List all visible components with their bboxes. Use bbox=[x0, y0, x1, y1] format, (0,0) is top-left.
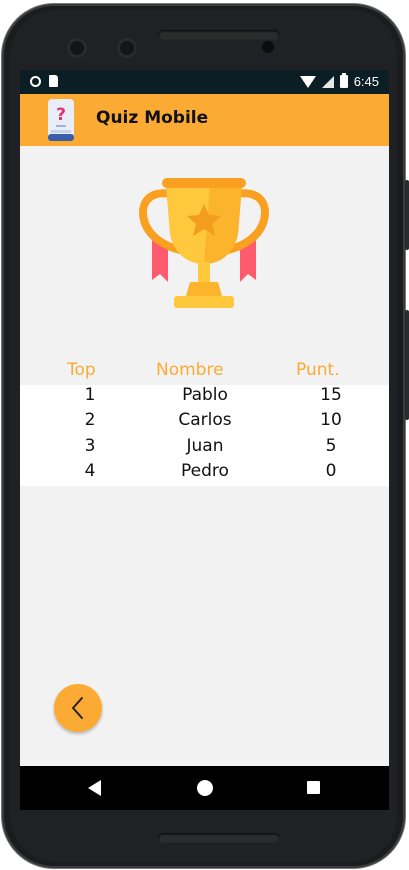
row-name: Pablo bbox=[182, 385, 228, 405]
row-name: Juan bbox=[186, 436, 224, 456]
status-bar: 6:45 bbox=[20, 70, 389, 94]
front-camera-secondary bbox=[117, 38, 137, 58]
svg-text:?: ? bbox=[56, 105, 66, 125]
row-score: 5 bbox=[325, 436, 337, 456]
circle-notification-icon bbox=[30, 75, 41, 87]
back-button[interactable] bbox=[54, 684, 102, 732]
volume-button bbox=[405, 310, 409, 420]
chevron-left-icon bbox=[72, 697, 83, 719]
leaderboard-header: Top Nombre Punt. bbox=[20, 360, 389, 385]
app-title: Quiz Mobile bbox=[96, 108, 209, 128]
row-score: 10 bbox=[320, 410, 342, 430]
row-name: Pedro bbox=[181, 461, 229, 481]
table-row: 4 Pedro 0 bbox=[20, 461, 389, 486]
app-bar: ? Quiz Mobile bbox=[20, 94, 389, 146]
system-nav-bar bbox=[20, 766, 389, 810]
nav-back-icon[interactable] bbox=[88, 780, 101, 796]
proximity-sensor bbox=[262, 41, 274, 53]
nav-recents-icon[interactable] bbox=[307, 781, 320, 794]
sd-card-icon bbox=[49, 75, 58, 87]
wifi-icon bbox=[299, 75, 316, 88]
bottom-speaker bbox=[158, 833, 280, 843]
row-rank: 1 bbox=[84, 385, 96, 405]
header-score: Punt. bbox=[296, 360, 340, 380]
power-button bbox=[405, 180, 409, 250]
front-camera bbox=[67, 38, 87, 58]
row-score: 0 bbox=[325, 461, 337, 481]
status-time: 6:45 bbox=[353, 74, 379, 89]
signal-icon bbox=[321, 75, 334, 88]
nav-home-icon[interactable] bbox=[197, 780, 213, 796]
battery-icon bbox=[339, 73, 348, 88]
app-screen: 6:45 ? Quiz Mobile Top Nombre Punt. 1 Pa… bbox=[20, 70, 389, 810]
row-name: Carlos bbox=[178, 410, 232, 430]
table-row: 1 Pablo 15 bbox=[20, 385, 389, 410]
row-rank: 2 bbox=[84, 410, 96, 430]
header-rank: Top bbox=[67, 360, 96, 380]
trophy-icon bbox=[139, 178, 269, 308]
leaderboard-table: 1 Pablo 15 2 Carlos 10 3 Juan 5 4 Pedro … bbox=[20, 385, 389, 486]
row-rank: 3 bbox=[84, 436, 96, 456]
table-row: 3 Juan 5 bbox=[20, 436, 389, 461]
row-rank: 4 bbox=[84, 461, 96, 481]
top-speaker bbox=[158, 30, 280, 40]
header-name: Nombre bbox=[156, 360, 224, 380]
quiz-phone-question-icon: ? bbox=[48, 99, 74, 141]
table-row: 2 Carlos 10 bbox=[20, 410, 389, 435]
row-score: 15 bbox=[320, 385, 342, 405]
